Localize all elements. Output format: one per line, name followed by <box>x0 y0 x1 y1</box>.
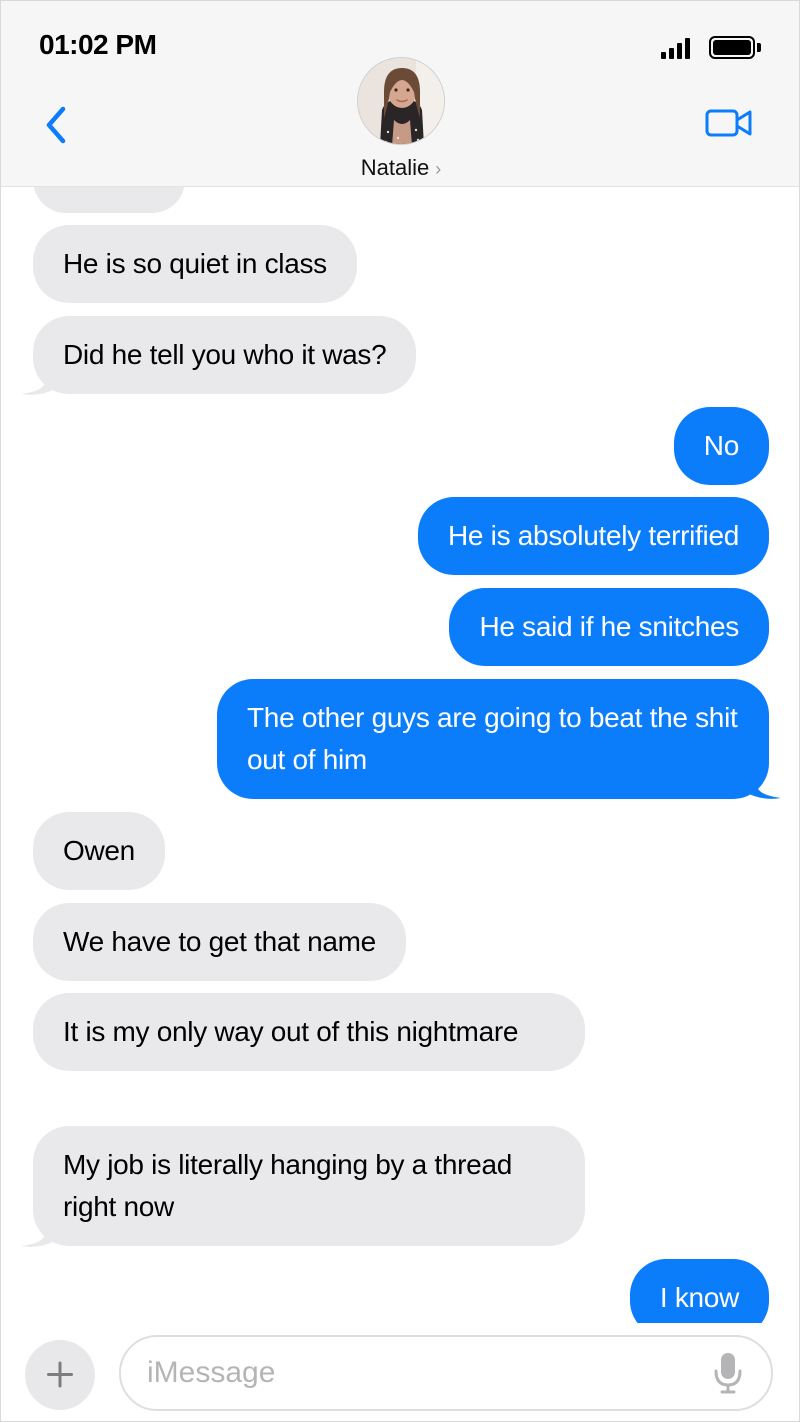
signal-icon <box>661 37 691 59</box>
message-bubble-outgoing[interactable]: No <box>673 407 769 485</box>
conversation-header: 01:02 PM Natalie › <box>1 1 799 187</box>
message-bubble-outgoing[interactable]: The other guys are going to beat the shi… <box>217 679 769 799</box>
video-call-icon[interactable] <box>705 107 753 139</box>
message-bubble-incoming[interactable] <box>33 187 185 213</box>
message-bubble-outgoing[interactable]: He said if he snitches <box>449 588 769 666</box>
avatar-photo <box>358 58 444 144</box>
messages-screen: 01:02 PM Natalie › He is so quiet in cla… <box>0 0 800 1422</box>
imessage-input[interactable] <box>119 1335 773 1411</box>
message-bubble-incoming[interactable]: It is my only way out of this nightmare <box>33 993 585 1071</box>
back-chevron-icon[interactable] <box>41 105 71 145</box>
status-time: 01:02 PM <box>39 29 157 60</box>
message-thread: He is so quiet in class Did he tell you … <box>1 187 799 1323</box>
message-bubble-outgoing[interactable]: I know <box>629 1259 769 1323</box>
bubble-tail <box>21 1219 55 1247</box>
plus-icon[interactable] <box>25 1340 95 1410</box>
contact-name-button[interactable]: Natalie › <box>1 155 799 181</box>
message-bubble-incoming[interactable]: Owen <box>33 812 165 890</box>
message-bubble-incoming[interactable]: We have to get that name <box>33 903 406 981</box>
contact-avatar[interactable] <box>357 57 445 145</box>
contact-name: Natalie <box>360 155 430 180</box>
battery-icon <box>709 36 761 59</box>
chevron-right-icon: › <box>435 159 442 179</box>
message-bubble-outgoing[interactable]: He is absolutely terrified <box>418 497 769 575</box>
message-bubble-incoming[interactable]: He is so quiet in class <box>33 225 357 303</box>
message-bubble-incoming[interactable]: My job is literally hanging by a thread … <box>33 1126 585 1246</box>
message-composer <box>1 1323 799 1421</box>
bubble-tail <box>21 367 55 395</box>
bubble-tail <box>747 771 781 799</box>
message-bubble-incoming[interactable]: Did he tell you who it was? <box>33 316 417 394</box>
microphone-icon[interactable] <box>713 1351 743 1395</box>
